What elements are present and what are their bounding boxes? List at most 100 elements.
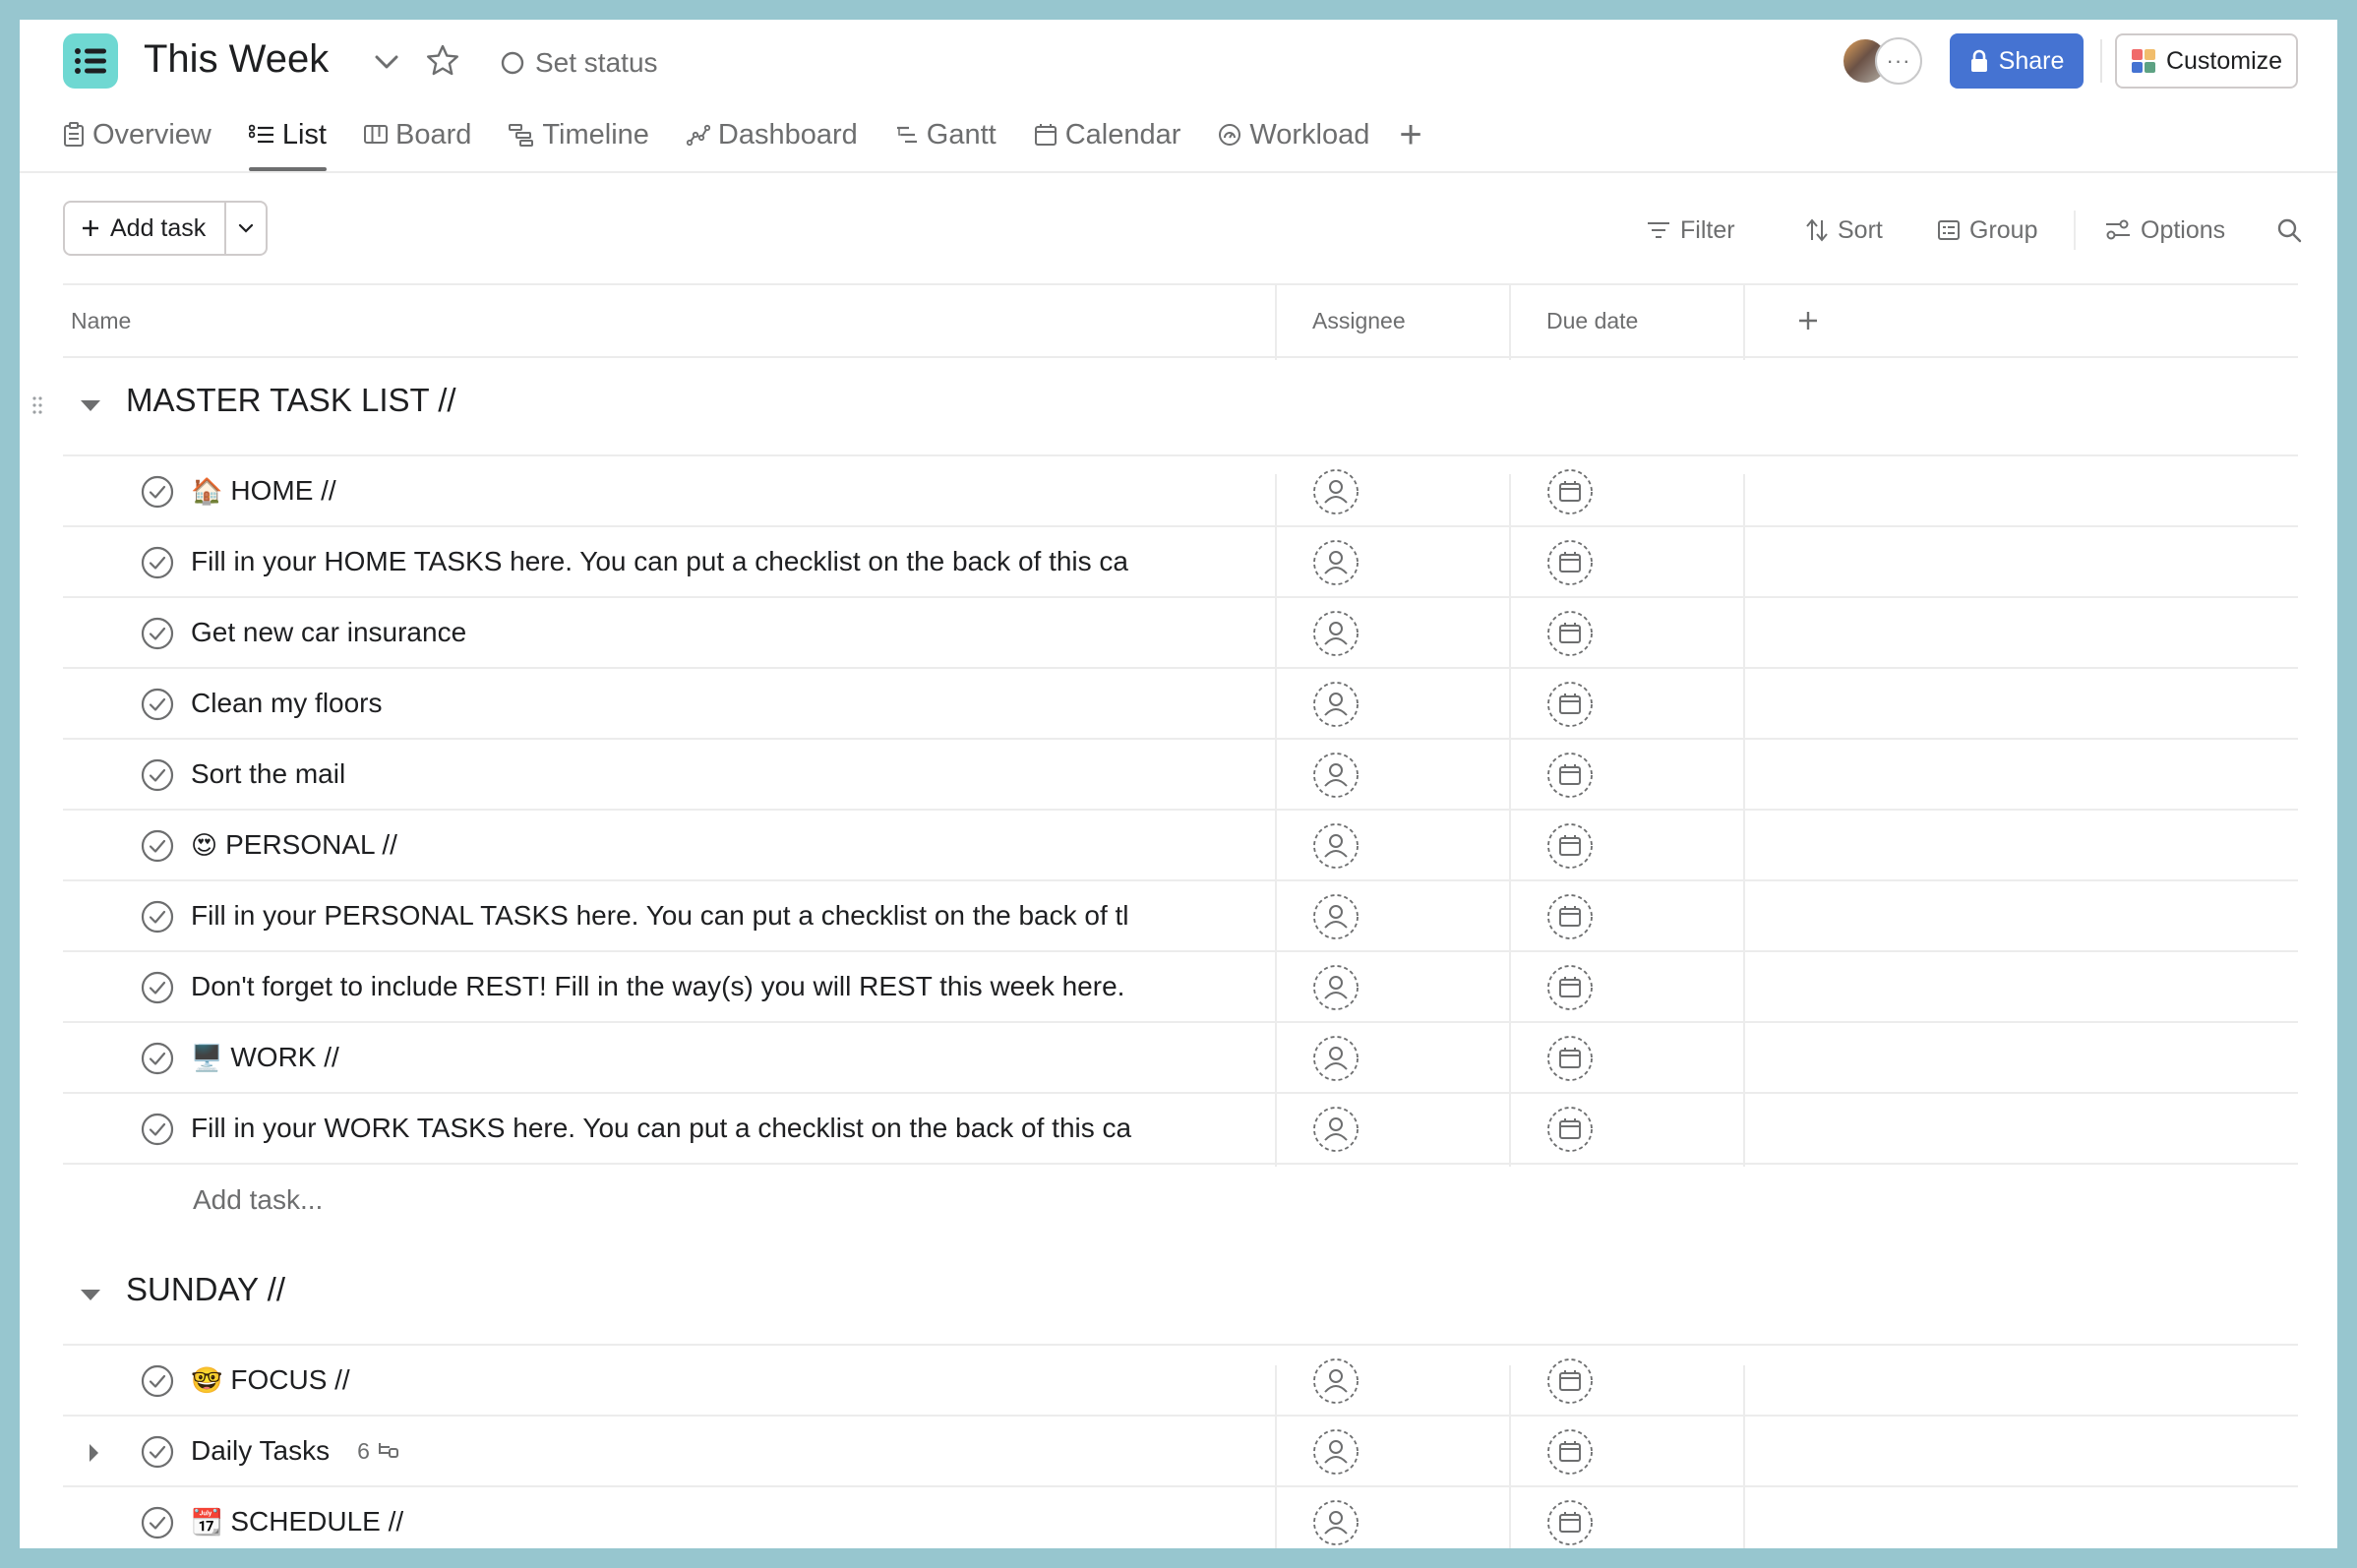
more-members-icon[interactable]: ··· bbox=[1875, 37, 1922, 85]
section-sunday[interactable]: SUNDAY // bbox=[20, 1249, 2337, 1338]
task-row[interactable]: Fill in your WORK TASKS here. You can pu… bbox=[63, 1094, 2298, 1165]
complete-check-icon[interactable] bbox=[140, 545, 175, 580]
assignee-placeholder-icon[interactable] bbox=[1312, 539, 1360, 586]
due-date-placeholder-icon[interactable] bbox=[1546, 1428, 1594, 1476]
section-title[interactable]: MASTER TASK LIST // bbox=[126, 382, 456, 419]
assignee-placeholder-icon[interactable] bbox=[1312, 1106, 1360, 1153]
due-date-placeholder-icon[interactable] bbox=[1546, 1357, 1594, 1405]
task-row[interactable]: 📆 SCHEDULE // bbox=[63, 1487, 2298, 1548]
task-name[interactable]: Get new car insurance bbox=[191, 598, 1194, 667]
project-title[interactable]: This Week bbox=[144, 37, 329, 82]
tab-dashboard[interactable]: Dashboard bbox=[686, 110, 858, 159]
task-row[interactable]: Get new car insurance bbox=[63, 598, 2298, 669]
add-tab-icon[interactable]: + bbox=[1399, 110, 1421, 159]
complete-check-icon[interactable] bbox=[140, 757, 175, 793]
due-date-placeholder-icon[interactable] bbox=[1546, 1035, 1594, 1082]
task-name[interactable]: Don't forget to include REST! Fill in th… bbox=[191, 952, 1194, 1021]
due-date-placeholder-icon[interactable] bbox=[1546, 964, 1594, 1011]
tab-calendar[interactable]: Calendar bbox=[1034, 110, 1180, 159]
group-button[interactable]: Group bbox=[1938, 212, 2037, 248]
complete-check-icon[interactable] bbox=[140, 616, 175, 651]
complete-check-icon[interactable] bbox=[140, 899, 175, 935]
task-row[interactable]: 🏠 HOME // bbox=[63, 456, 2298, 527]
due-date-placeholder-icon[interactable] bbox=[1546, 893, 1594, 940]
due-date-placeholder-icon[interactable] bbox=[1546, 610, 1594, 657]
task-row[interactable]: Clean my floors bbox=[63, 669, 2298, 740]
complete-check-icon[interactable] bbox=[140, 1505, 175, 1540]
task-row[interactable]: Sort the mail bbox=[63, 740, 2298, 811]
project-list-icon[interactable] bbox=[63, 33, 118, 89]
assignee-placeholder-icon[interactable] bbox=[1312, 893, 1360, 940]
task-row[interactable]: Daily Tasks 6 bbox=[63, 1417, 2298, 1487]
due-date-placeholder-icon[interactable] bbox=[1546, 752, 1594, 799]
task-name[interactable]: Fill in your WORK TASKS here. You can pu… bbox=[191, 1094, 1194, 1163]
sort-button[interactable]: Sort bbox=[1806, 212, 1883, 248]
complete-check-icon[interactable] bbox=[140, 1041, 175, 1076]
assignee-placeholder-icon[interactable] bbox=[1312, 1035, 1360, 1082]
task-name[interactable]: Fill in your HOME TASKS here. You can pu… bbox=[191, 527, 1194, 596]
project-members[interactable]: ··· bbox=[1842, 35, 1952, 87]
task-name[interactable]: 🤓 FOCUS // bbox=[191, 1346, 1194, 1415]
drag-handle-icon[interactable] bbox=[31, 395, 43, 415]
complete-check-icon[interactable] bbox=[140, 687, 175, 722]
due-date-placeholder-icon[interactable] bbox=[1546, 468, 1594, 515]
task-name[interactable]: 📆 SCHEDULE // bbox=[191, 1487, 1194, 1548]
options-button[interactable]: Options bbox=[2105, 212, 2225, 248]
assignee-placeholder-icon[interactable] bbox=[1312, 1428, 1360, 1476]
assignee-placeholder-icon[interactable] bbox=[1312, 964, 1360, 1011]
task-name[interactable]: 🖥️ WORK // bbox=[191, 1023, 1194, 1092]
task-name[interactable]: 🏠 HOME // bbox=[191, 456, 1194, 525]
complete-check-icon[interactable] bbox=[140, 474, 175, 510]
search-button[interactable] bbox=[2276, 212, 2302, 248]
assignee-placeholder-icon[interactable] bbox=[1312, 822, 1360, 870]
tab-workload[interactable]: Workload bbox=[1218, 110, 1369, 159]
add-column-icon[interactable] bbox=[1796, 285, 1820, 356]
add-task-inline[interactable]: Add task... bbox=[193, 1184, 323, 1216]
due-date-placeholder-icon[interactable] bbox=[1546, 681, 1594, 728]
task-row[interactable]: 😍 PERSONAL // bbox=[63, 811, 2298, 881]
star-icon[interactable] bbox=[423, 41, 462, 81]
share-button[interactable]: Share bbox=[1950, 33, 2084, 89]
task-name[interactable]: 😍 PERSONAL // bbox=[191, 811, 1194, 879]
assignee-placeholder-icon[interactable] bbox=[1312, 468, 1360, 515]
complete-check-icon[interactable] bbox=[140, 1363, 175, 1399]
set-status-button[interactable]: Set status bbox=[500, 45, 658, 81]
task-name[interactable]: Fill in your PERSONAL TASKS here. You ca… bbox=[191, 881, 1194, 950]
complete-check-icon[interactable] bbox=[140, 1434, 175, 1470]
subtask-count[interactable]: 6 bbox=[357, 1438, 399, 1465]
complete-check-icon[interactable] bbox=[140, 970, 175, 1005]
assignee-placeholder-icon[interactable] bbox=[1312, 1499, 1360, 1546]
task-row[interactable]: Fill in your HOME TASKS here. You can pu… bbox=[63, 527, 2298, 598]
tab-board[interactable]: Board bbox=[364, 110, 471, 159]
filter-button[interactable]: Filter bbox=[1647, 212, 1735, 248]
complete-check-icon[interactable] bbox=[140, 828, 175, 864]
add-task-dropdown[interactable] bbox=[226, 203, 266, 254]
collapse-caret-icon[interactable] bbox=[79, 1287, 102, 1302]
assignee-placeholder-icon[interactable] bbox=[1312, 1357, 1360, 1405]
column-header-assignee[interactable]: Assignee bbox=[1312, 285, 1406, 356]
add-task-button[interactable]: Add task bbox=[65, 203, 226, 254]
chevron-down-icon[interactable] bbox=[370, 45, 403, 79]
assignee-placeholder-icon[interactable] bbox=[1312, 681, 1360, 728]
task-row[interactable]: 🖥️ WORK // bbox=[63, 1023, 2298, 1094]
column-header-name[interactable]: Name bbox=[71, 285, 131, 356]
task-row[interactable]: Fill in your PERSONAL TASKS here. You ca… bbox=[63, 881, 2298, 952]
due-date-placeholder-icon[interactable] bbox=[1546, 822, 1594, 870]
task-name[interactable]: Daily Tasks 6 bbox=[191, 1417, 1194, 1485]
tab-gantt[interactable]: Gantt bbox=[895, 110, 997, 159]
assignee-placeholder-icon[interactable] bbox=[1312, 752, 1360, 799]
complete-check-icon[interactable] bbox=[140, 1112, 175, 1147]
assignee-placeholder-icon[interactable] bbox=[1312, 610, 1360, 657]
column-header-due-date[interactable]: Due date bbox=[1546, 285, 1638, 356]
collapse-caret-icon[interactable] bbox=[79, 397, 102, 413]
tab-list[interactable]: List bbox=[248, 110, 328, 171]
task-row[interactable]: 🤓 FOCUS // bbox=[63, 1346, 2298, 1417]
tab-timeline[interactable]: Timeline bbox=[509, 110, 649, 159]
section-title[interactable]: SUNDAY // bbox=[126, 1271, 285, 1308]
customize-button[interactable]: Customize bbox=[2115, 33, 2298, 89]
task-row[interactable]: Don't forget to include REST! Fill in th… bbox=[63, 952, 2298, 1023]
task-name[interactable]: Sort the mail bbox=[191, 740, 1194, 809]
due-date-placeholder-icon[interactable] bbox=[1546, 1106, 1594, 1153]
expand-subtasks-icon[interactable] bbox=[87, 1442, 100, 1464]
task-name[interactable]: Clean my floors bbox=[191, 669, 1194, 738]
